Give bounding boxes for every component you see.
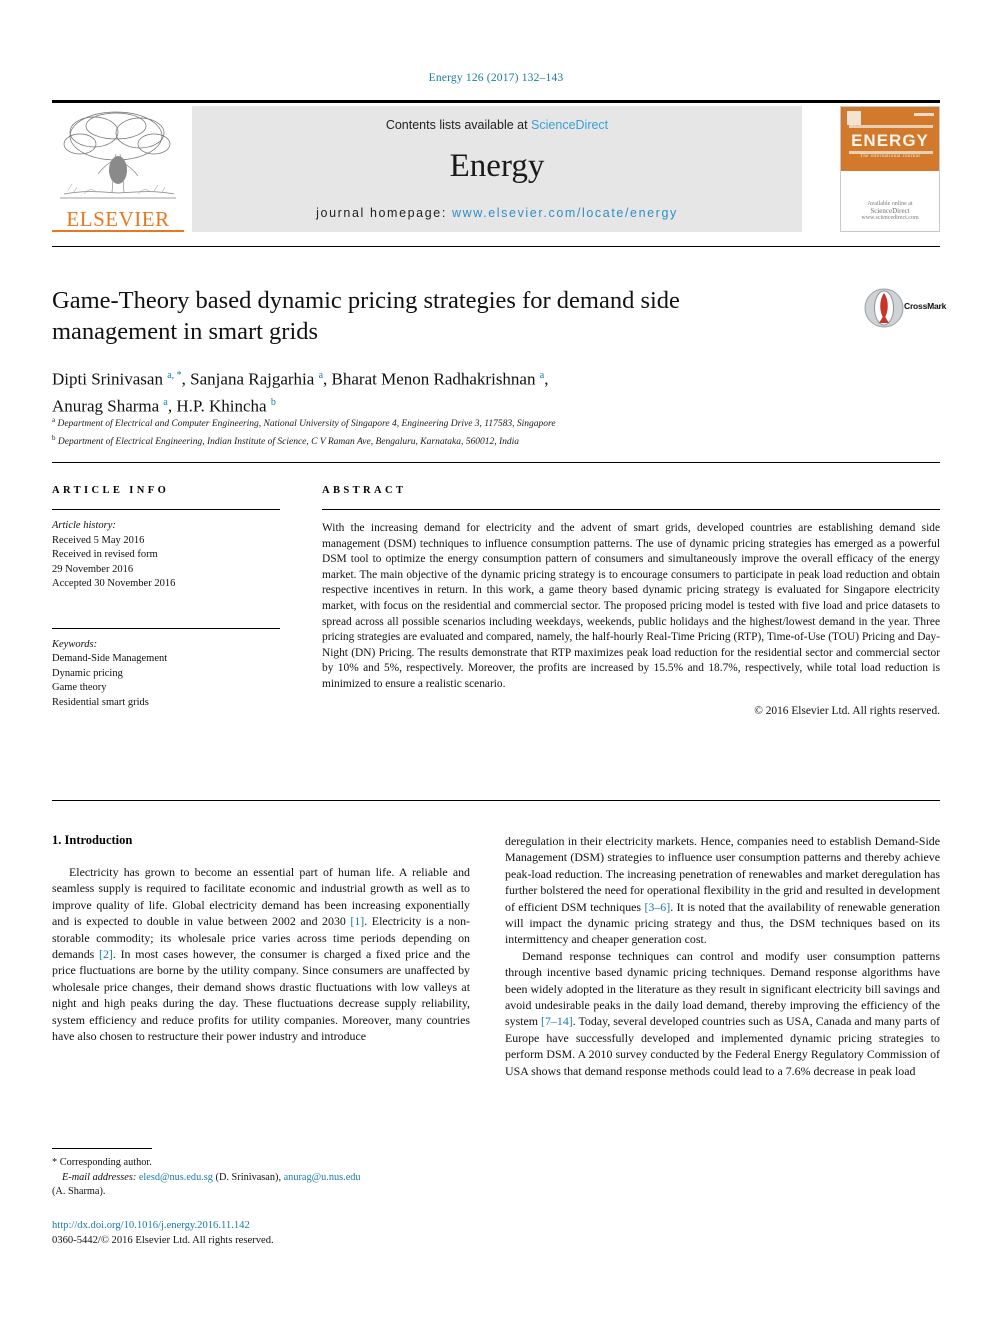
cover-elsevier-mark-icon xyxy=(847,111,861,125)
info-band-bottom-rule xyxy=(52,800,940,801)
cover-subtitle: The international Journal xyxy=(859,154,921,159)
journal-title: Energy xyxy=(449,148,545,184)
affiliation-a-text: Department of Electrical and Computer En… xyxy=(55,419,556,430)
contents-prefix: Contents lists available at xyxy=(385,118,532,132)
elsevier-logo: ELSEVIER xyxy=(52,106,184,232)
keywords-rule xyxy=(52,627,280,629)
author-5: , H.P. Khincha xyxy=(167,396,271,416)
article-history-item: Received in revised form xyxy=(52,549,158,560)
journal-homepage-link[interactable]: www.elsevier.com/locate/energy xyxy=(452,206,678,220)
doi-link[interactable]: http://dx.doi.org/10.1016/j.energy.2016.… xyxy=(52,1218,482,1233)
footnote-block: * Corresponding author. E-mail addresses… xyxy=(52,1148,470,1200)
journal-masthead: ELSEVIER Contents lists available at Sci… xyxy=(52,100,940,236)
crossmark-icon xyxy=(864,288,904,328)
body-column-right: deregulation in their electricity market… xyxy=(505,833,940,1079)
cover-issn-line xyxy=(914,113,934,116)
info-band-top-rule xyxy=(52,462,940,463)
author-3: , Bharat Menon Radhakrishnan xyxy=(323,369,540,389)
paragraph-intro-2: Demand response techniques can control a… xyxy=(505,948,940,1079)
paper-page: Energy 126 (2017) 132–143 ELSEVIER Conte… xyxy=(0,0,992,1323)
abstract-copyright: © 2016 Elsevier Ltd. All rights reserved… xyxy=(754,704,940,717)
cover-strip-top xyxy=(849,125,933,128)
masthead-top-rule xyxy=(52,100,940,103)
cover-top-band: ENERGY The international Journal xyxy=(841,107,939,171)
body-column-left: 1. Introduction Electricity has grown to… xyxy=(52,833,470,1044)
contents-available-line: Contents lists available at ScienceDirec… xyxy=(192,118,802,132)
corresponding-label: Corresponding author. xyxy=(57,1157,152,1168)
keywords-label: Keywords: xyxy=(52,638,98,650)
article-info-rule xyxy=(52,509,280,510)
abstract-heading: ABSTRACT xyxy=(322,485,407,496)
paragraph-text: . In most cases however, the consumer is… xyxy=(52,947,471,1044)
author-1-affil-marker: a, * xyxy=(167,370,182,381)
doi-block: http://dx.doi.org/10.1016/j.energy.2016.… xyxy=(52,1218,482,1248)
keyword-item: Residential smart grids xyxy=(52,696,149,708)
author-sep: , xyxy=(544,369,549,389)
title-separator-rule xyxy=(52,246,940,247)
elsevier-tree-icon xyxy=(60,111,176,199)
keyword-item: Dynamic pricing xyxy=(52,667,123,679)
article-history: Article history: Received 5 May 2016 Rec… xyxy=(52,519,280,592)
email-owner-2: (A. Sharma). xyxy=(52,1186,106,1197)
affiliation-b: b Department of Electrical Engineering, … xyxy=(52,432,932,450)
author-list: Dipti Srinivasan a, *, Sanjana Rajgarhia… xyxy=(52,364,752,417)
email-owner-1: (D. Srinivasan), xyxy=(212,1171,284,1183)
affiliation-b-text: Department of Electrical Engineering, In… xyxy=(55,436,519,447)
homepage-prefix: journal homepage: xyxy=(316,206,452,220)
abstract-rule xyxy=(322,509,940,510)
elsevier-underline xyxy=(52,230,184,232)
citation-ref-2[interactable]: [2] xyxy=(99,947,113,961)
email-label: E-mail addresses: xyxy=(62,1171,137,1183)
footnote-rule xyxy=(52,1148,152,1149)
keyword-item: Demand-Side Management xyxy=(52,653,168,664)
page-title: Game-Theory based dynamic pricing strate… xyxy=(52,287,680,345)
article-info-heading: ARTICLE INFO xyxy=(52,485,170,496)
author-5-affil-marker: b xyxy=(270,396,276,408)
paragraph-intro-1-cont: deregulation in their electricity market… xyxy=(505,833,940,948)
citation-ref-3-6[interactable]: [3–6] xyxy=(644,900,670,914)
article-history-item: Accepted 30 November 2016 xyxy=(52,578,176,589)
journal-homepage-line: journal homepage: www.elsevier.com/locat… xyxy=(192,206,802,220)
masthead-center-panel: Contents lists available at ScienceDirec… xyxy=(192,106,802,232)
crossmark-label: CrossMark xyxy=(904,301,947,311)
affiliation-a: a Department of Electrical and Computer … xyxy=(52,414,932,432)
email-link-2[interactable]: anurag@u.nus.edu xyxy=(284,1172,361,1183)
cover-journal-title: ENERGY xyxy=(851,131,929,150)
journal-cover-thumbnail: ENERGY The international Journal Availab… xyxy=(840,106,940,232)
keyword-item: Game theory xyxy=(52,682,107,693)
running-head: Energy 126 (2017) 132–143 xyxy=(428,72,564,84)
issn-copyright-line: 0360-5442/© 2016 Elsevier Ltd. All right… xyxy=(52,1235,274,1246)
citation-ref-1[interactable]: [1] xyxy=(350,914,364,928)
abstract-section: ABSTRACT With the increasing demand for … xyxy=(322,485,940,717)
sciencedirect-link[interactable]: ScienceDirect xyxy=(531,118,608,132)
email-link-1[interactable]: elesd@nus.edu.sg xyxy=(139,1172,213,1183)
abstract-text: With the increasing demand for electrici… xyxy=(322,522,940,690)
paragraph-intro-1: Electricity has grown to become an essen… xyxy=(52,864,470,1044)
cover-footer-brand: ScienceDirect xyxy=(870,207,910,215)
keywords-list: Keywords: Demand-Side Management Dynamic… xyxy=(52,638,280,711)
author-2: , Sanjana Rajgarhia xyxy=(181,369,319,389)
elsevier-wordmark: ELSEVIER xyxy=(66,207,170,231)
article-history-label: Article history: xyxy=(52,520,116,531)
author-4: Anurag Sharma xyxy=(52,396,164,416)
section-heading-introduction: 1. Introduction xyxy=(52,833,133,847)
crossmark-badge[interactable]: CrossMark xyxy=(864,288,946,328)
article-history-item: 29 November 2016 xyxy=(52,563,134,575)
article-info-section: ARTICLE INFO Article history: Received 5… xyxy=(52,485,280,710)
cover-footer: Available online at ScienceDirect www.sc… xyxy=(841,201,939,221)
affiliation-list: a Department of Electrical and Computer … xyxy=(52,414,932,449)
cover-footer-url: www.sciencedirect.com xyxy=(861,215,919,221)
author-1: Dipti Srinivasan xyxy=(52,369,168,389)
article-history-item: Received 5 May 2016 xyxy=(52,534,145,546)
corresponding-author-note: * Corresponding author. E-mail addresses… xyxy=(52,1156,470,1200)
citation-ref-7-14[interactable]: [7–14] xyxy=(541,1014,573,1028)
